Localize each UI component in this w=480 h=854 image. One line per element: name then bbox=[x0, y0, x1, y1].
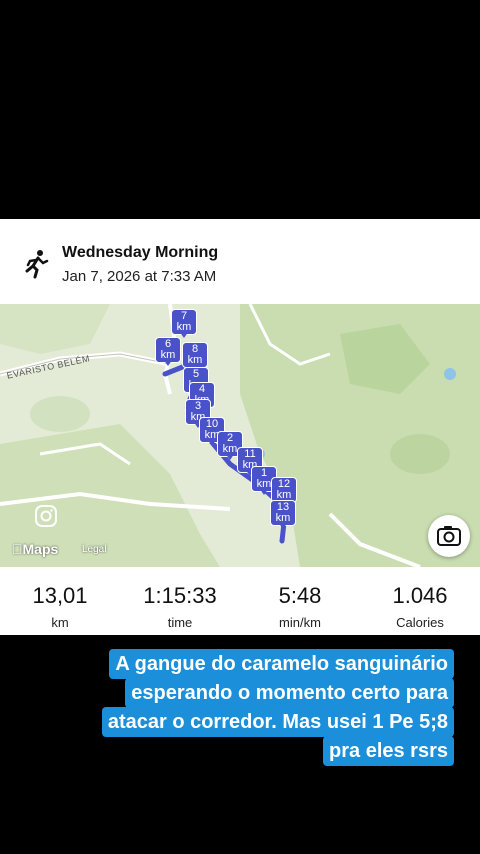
route-map[interactable]: EVARISTO BELÉM 7km 6km 8km 5km 4km 3km 1… bbox=[0, 304, 480, 567]
stat-value: 5:48 bbox=[278, 583, 322, 608]
stat-distance: 13,01 km bbox=[0, 567, 120, 630]
stats-row: 13,01 km 1:15:33 time 5:48 min/km 1.046 … bbox=[0, 567, 480, 635]
maps-attribution: Maps bbox=[12, 541, 58, 557]
stat-unit: time bbox=[167, 615, 193, 630]
activity-card: Wednesday Morning Jan 7, 2026 at 7:33 AM… bbox=[0, 219, 480, 635]
km-marker[interactable]: 7 km bbox=[171, 309, 197, 339]
stat-time: 1:15:33 time bbox=[120, 567, 240, 630]
activity-header: Wednesday Morning Jan 7, 2026 at 7:33 AM bbox=[0, 219, 480, 304]
camera-icon bbox=[437, 526, 461, 546]
stat-calories: 1.046 Calories bbox=[360, 567, 480, 630]
caption-line: A gangue do caramelo sanguinário bbox=[109, 649, 454, 679]
activity-title: Wednesday Morning bbox=[62, 244, 219, 261]
stat-unit: Calories bbox=[396, 615, 444, 630]
legal-link[interactable]: Legal bbox=[82, 544, 106, 555]
caption-line: pra eles rsrs bbox=[323, 736, 454, 766]
km-marker[interactable]: 13 km bbox=[270, 500, 296, 530]
stat-pace: 5:48 min/km bbox=[240, 567, 360, 630]
running-person-icon bbox=[25, 250, 49, 279]
stat-unit: km bbox=[51, 615, 69, 630]
stat-value: 1:15:33 bbox=[143, 583, 217, 608]
activity-datetime: Jan 7, 2026 at 7:33 AM bbox=[62, 268, 217, 285]
caption-line: esperando o momento certo para bbox=[125, 678, 454, 708]
caption-line: atacar o corredor. Mas usei 1 Pe 5;8 bbox=[101, 707, 454, 737]
stat-unit: min/km bbox=[279, 615, 321, 630]
stat-value: 13,01 bbox=[32, 583, 88, 608]
stat-value: 1.046 bbox=[392, 583, 448, 608]
instagram-icon[interactable] bbox=[34, 504, 58, 528]
km-marker[interactable]: 6 km bbox=[155, 337, 181, 367]
camera-button[interactable] bbox=[428, 515, 470, 557]
